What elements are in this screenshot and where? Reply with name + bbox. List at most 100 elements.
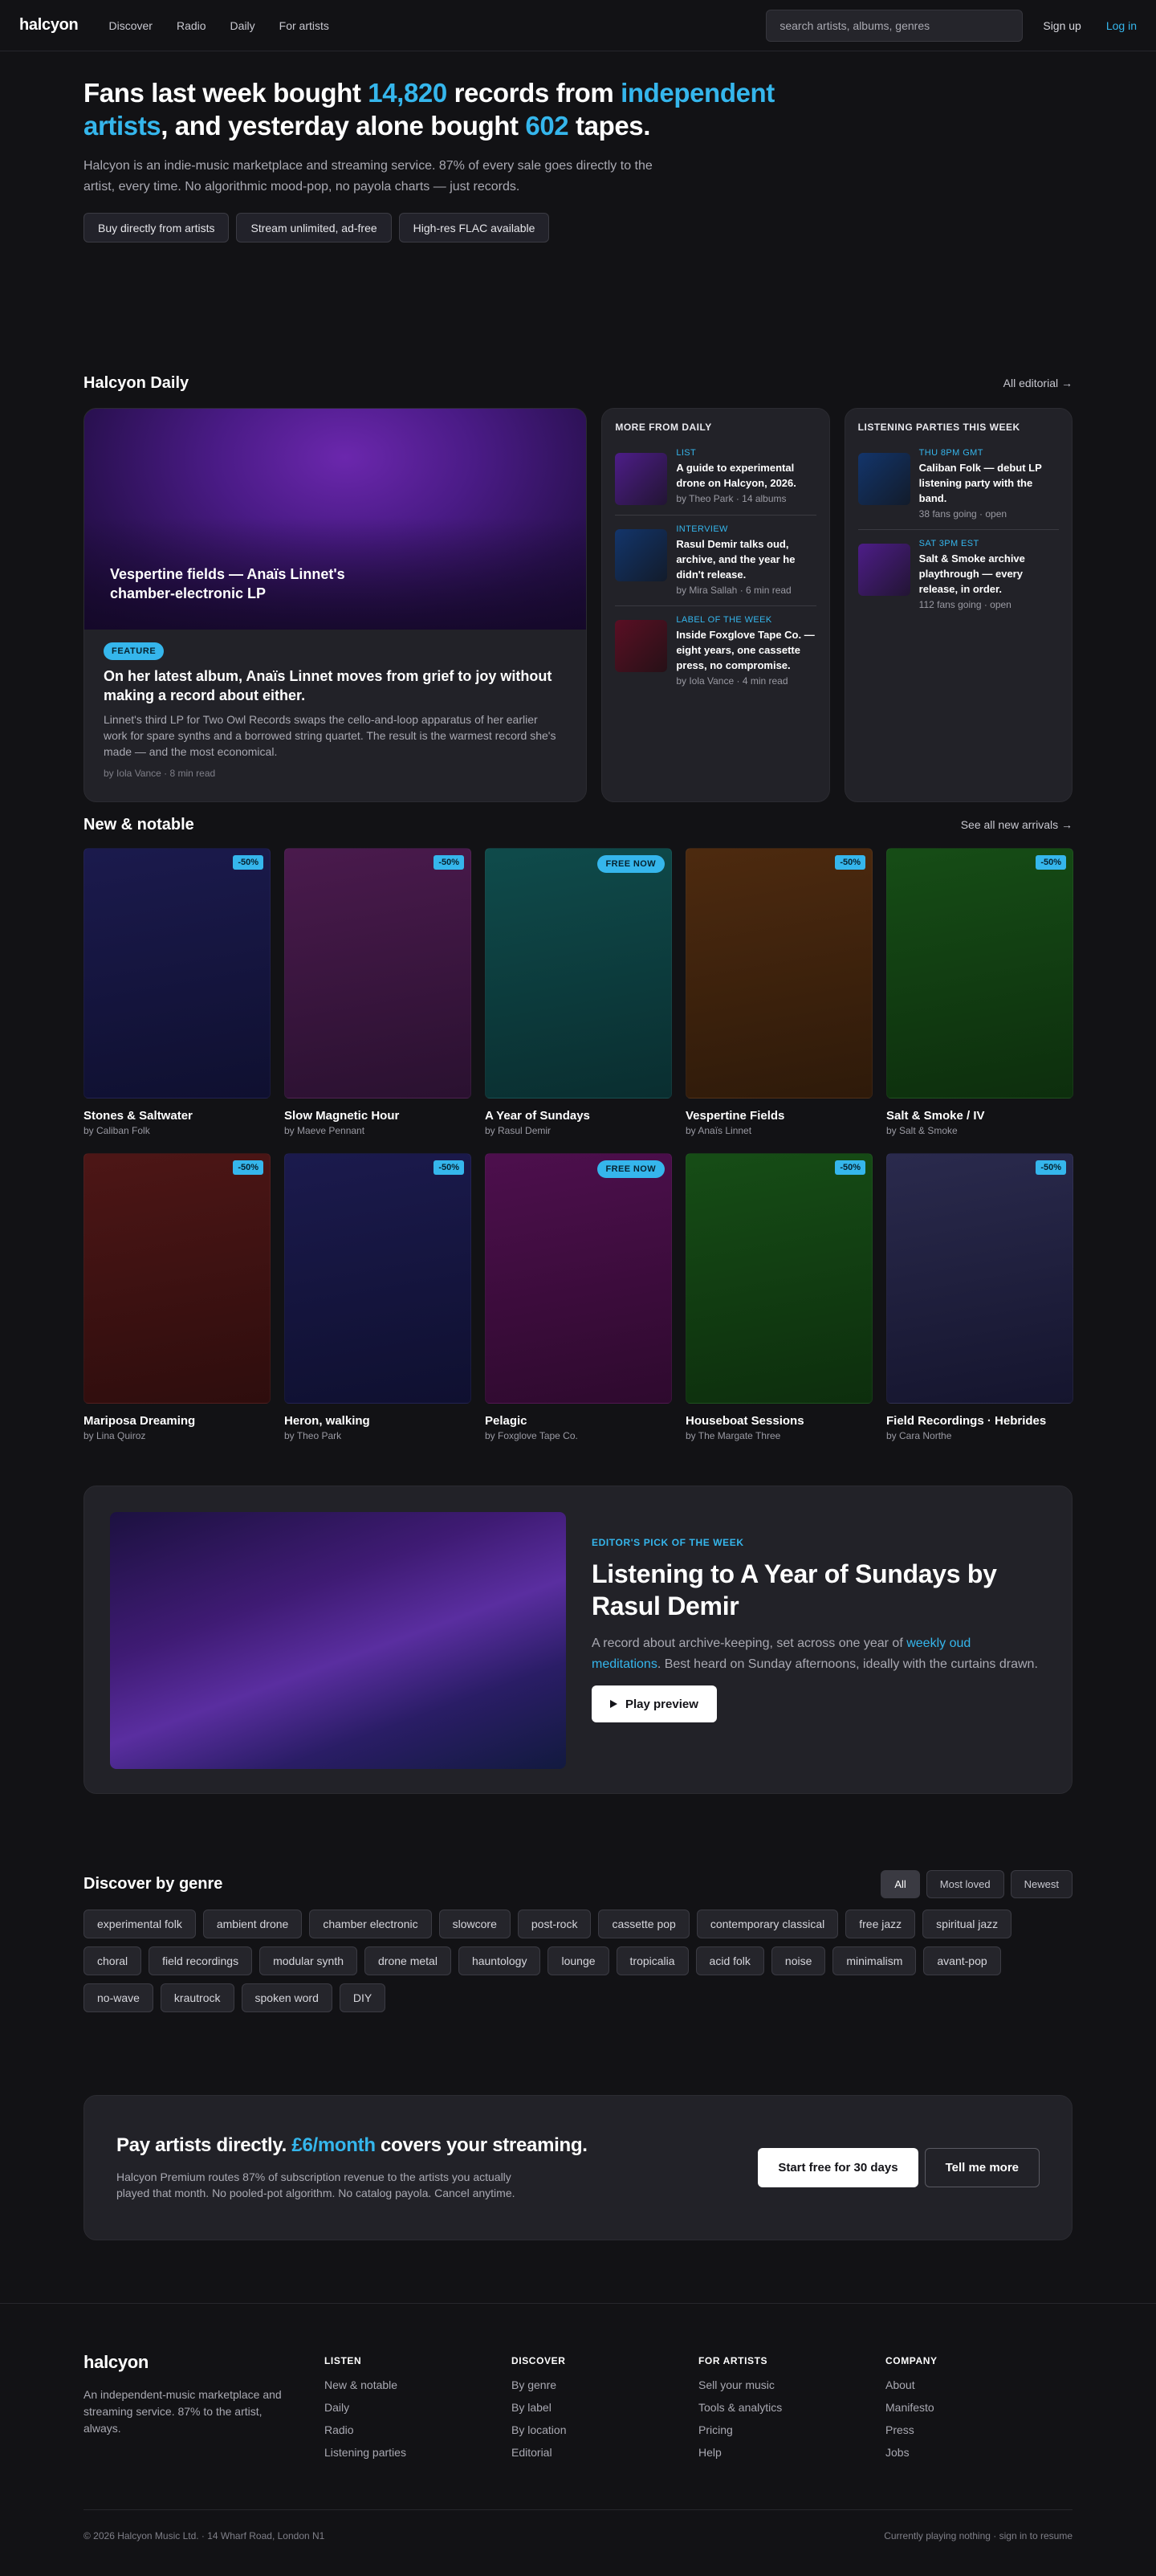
footer-link[interactable]: Help: [698, 2446, 885, 2468]
see-all-new-link[interactable]: See all new arrivals →: [961, 818, 1073, 831]
album-cover[interactable]: -50%: [284, 1153, 471, 1404]
genre-tag[interactable]: spiritual jazz: [922, 1910, 1012, 1938]
genre-tag[interactable]: modular synth: [259, 1946, 358, 1975]
genre-tag[interactable]: no-wave: [83, 1983, 153, 2012]
logo[interactable]: halcyon: [19, 16, 79, 35]
nav-link-daily[interactable]: Daily: [230, 19, 255, 32]
album-artist[interactable]: by Anaïs Linnet: [686, 1125, 873, 1136]
footer-logo[interactable]: halcyon: [83, 2352, 324, 2373]
listening-party-item[interactable]: Sat 3PM EST Salt & Smoke archive playthro…: [857, 539, 1059, 620]
album-card[interactable]: -50% Salt & Smoke / IV by Salt & Smoke: [886, 848, 1073, 1139]
genre-tag[interactable]: avant-pop: [923, 1946, 1001, 1975]
genre-tag[interactable]: ambient drone: [202, 1910, 303, 1938]
daily-article-item[interactable]: Label of the week Inside Foxglove Tape Co…: [615, 615, 816, 696]
album-card[interactable]: -50% Field Recordings · Hebrides by Cara N…: [886, 1153, 1073, 1444]
footer-link[interactable]: Listening parties: [324, 2446, 511, 2468]
signup-link[interactable]: Sign up: [1043, 19, 1081, 32]
album-card[interactable]: -50% Heron, walking by Theo Park: [284, 1153, 471, 1444]
genre-tag[interactable]: minimalism: [832, 1946, 917, 1975]
genre-tag[interactable]: experimental folk: [83, 1910, 196, 1938]
album-card[interactable]: -50% Mariposa Dreaming by Lina Quiroz: [83, 1153, 271, 1444]
album-card[interactable]: -50% Stones & Saltwater by Caliban Folk: [83, 848, 271, 1139]
all-editorial-link[interactable]: All editorial →: [1003, 377, 1073, 389]
filter-all[interactable]: All: [881, 1869, 920, 1898]
footer-link[interactable]: By location: [511, 2423, 698, 2446]
album-artist[interactable]: by Caliban Folk: [83, 1125, 271, 1136]
footer-link[interactable]: Radio: [324, 2423, 511, 2446]
album-artist[interactable]: by Salt & Smoke: [886, 1125, 1073, 1136]
album-cover[interactable]: FREE NOW: [485, 1153, 672, 1404]
album-cover[interactable]: -50%: [284, 848, 471, 1098]
filter-newest[interactable]: Newest: [1010, 1869, 1073, 1898]
album-cover[interactable]: -50%: [886, 1153, 1073, 1404]
album-title[interactable]: A Year of Sundays: [485, 1109, 672, 1123]
album-cover[interactable]: -50%: [886, 848, 1073, 1098]
tell-me-more-button[interactable]: Tell me more: [924, 2148, 1040, 2187]
nav-link-discover[interactable]: Discover: [108, 19, 152, 32]
search-input[interactable]: [766, 9, 1024, 42]
album-title[interactable]: Field Recordings · Hebrides: [886, 1414, 1073, 1428]
album-cover[interactable]: -50%: [686, 1153, 873, 1404]
album-title[interactable]: Vespertine Fields: [686, 1109, 873, 1123]
album-card[interactable]: -50% Slow Magnetic Hour by Maeve Pennant: [284, 848, 471, 1139]
album-title[interactable]: Stones & Saltwater: [83, 1109, 271, 1123]
daily-article-item[interactable]: List A guide to experimental drone on Hal…: [615, 448, 816, 516]
footer-link[interactable]: By genre: [511, 2378, 698, 2401]
nav-link-radio[interactable]: Radio: [177, 19, 206, 32]
album-title[interactable]: Pelagic: [485, 1414, 672, 1428]
chip-buy-direct[interactable]: Buy directly from artists: [83, 213, 230, 243]
album-card[interactable]: FREE NOW Pelagic by Foxglove Tape Co.: [485, 1153, 672, 1444]
play-preview-button[interactable]: Play preview: [592, 1685, 717, 1722]
album-cover[interactable]: -50%: [83, 1153, 271, 1404]
album-title[interactable]: Heron, walking: [284, 1414, 471, 1428]
album-artist[interactable]: by Lina Quiroz: [83, 1430, 271, 1441]
album-card[interactable]: FREE NOW A Year of Sundays by Rasul Demir: [485, 848, 672, 1139]
footer-link[interactable]: Tools & analytics: [698, 2401, 885, 2423]
album-cover[interactable]: -50%: [686, 848, 873, 1098]
footer-link[interactable]: Editorial: [511, 2446, 698, 2468]
footer-link[interactable]: By label: [511, 2401, 698, 2423]
genre-tag[interactable]: choral: [83, 1946, 142, 1975]
daily-article-item[interactable]: Interview Rasul Demir talks oud, archive,…: [615, 524, 816, 606]
album-card[interactable]: -50% Houseboat Sessions by The Margate Thr…: [686, 1153, 873, 1444]
chip-flac[interactable]: High-res FLAC available: [398, 213, 550, 243]
genre-tag[interactable]: acid folk: [695, 1946, 764, 1975]
footer-link[interactable]: New & notable: [324, 2378, 511, 2401]
genre-tag[interactable]: noise: [771, 1946, 826, 1975]
album-title[interactable]: Slow Magnetic Hour: [284, 1109, 471, 1123]
footer-link[interactable]: Sell your music: [698, 2378, 885, 2401]
album-artist[interactable]: by Maeve Pennant: [284, 1125, 471, 1136]
start-free-button[interactable]: Start free for 30 days: [758, 2148, 918, 2187]
genre-tag[interactable]: post-rock: [517, 1910, 592, 1938]
login-link[interactable]: Log in: [1106, 19, 1137, 32]
genre-tag[interactable]: free jazz: [845, 1910, 916, 1938]
editors-pick-image[interactable]: [110, 1512, 566, 1769]
album-card[interactable]: -50% Vespertine Fields by Anaïs Linnet: [686, 848, 873, 1139]
footer-link[interactable]: Jobs: [885, 2446, 1073, 2468]
album-cover[interactable]: -50%: [83, 848, 271, 1098]
filter-most-loved[interactable]: Most loved: [926, 1869, 1004, 1898]
genre-tag[interactable]: chamber electronic: [309, 1910, 432, 1938]
footer-link[interactable]: About: [885, 2378, 1073, 2401]
footer-link[interactable]: Press: [885, 2423, 1073, 2446]
album-artist[interactable]: by Cara Northe: [886, 1430, 1073, 1441]
listening-party-item[interactable]: Thu 8PM GMT Caliban Folk — debut LP liste…: [857, 448, 1059, 530]
genre-tag[interactable]: tropicalia: [616, 1946, 689, 1975]
genre-tag[interactable]: drone metal: [364, 1946, 451, 1975]
album-artist[interactable]: by Theo Park: [284, 1430, 471, 1441]
footer-link[interactable]: Daily: [324, 2401, 511, 2423]
genre-tag[interactable]: field recordings: [149, 1946, 253, 1975]
album-artist[interactable]: by Foxglove Tape Co.: [485, 1430, 672, 1441]
footer-link[interactable]: Pricing: [698, 2423, 885, 2446]
genre-tag[interactable]: krautrock: [160, 1983, 234, 2012]
album-title[interactable]: Mariposa Dreaming: [83, 1414, 271, 1428]
feature-card[interactable]: Vespertine fields — Anaïs Linnet's chamb…: [83, 408, 588, 802]
album-cover[interactable]: FREE NOW: [485, 848, 672, 1098]
genre-tag[interactable]: spoken word: [241, 1983, 332, 2012]
genre-tag[interactable]: cassette pop: [598, 1910, 690, 1938]
nav-link-for-artists[interactable]: For artists: [279, 19, 329, 32]
album-artist[interactable]: by Rasul Demir: [485, 1125, 672, 1136]
album-title[interactable]: Houseboat Sessions: [686, 1414, 873, 1428]
genre-tag[interactable]: DIY: [339, 1983, 386, 2012]
chip-stream-unlimited[interactable]: Stream unlimited, ad-free: [236, 213, 392, 243]
